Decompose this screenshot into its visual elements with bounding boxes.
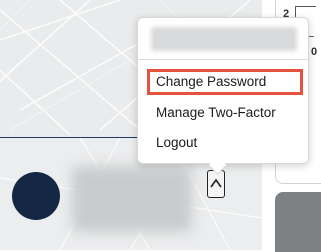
axis-corner [295,6,316,17]
side-bottom-card [275,192,321,252]
chevron-up-icon [210,178,222,188]
menu-item-change-password[interactable]: Change Password [147,69,303,95]
menu-item-logout[interactable]: Logout [147,130,303,156]
user-name-redacted [72,166,192,232]
avatar[interactable] [12,172,60,220]
side-value-second: 0 [311,46,318,58]
popup-divider [137,59,309,60]
menu-item-manage-two-factor[interactable]: Manage Two-Factor [147,100,303,126]
user-email-redacted [151,27,297,51]
